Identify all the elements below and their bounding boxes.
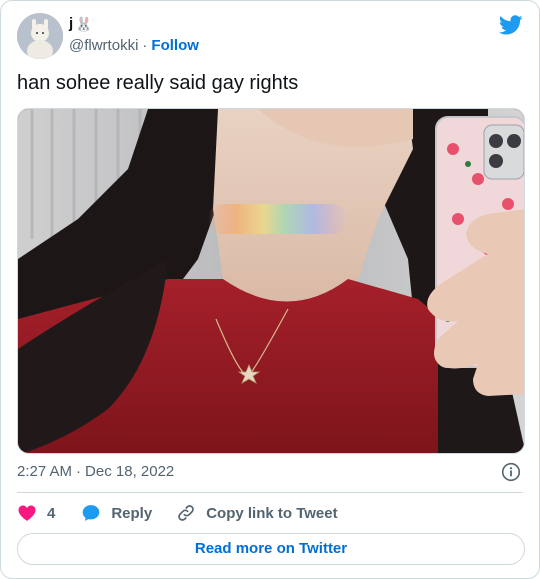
timestamp-separator: · [76,463,82,480]
copy-link-button[interactable]: Copy link to Tweet [176,503,338,523]
reply-button[interactable]: Reply [81,503,152,523]
display-name[interactable]: j [69,15,73,32]
bunny-emoji-icon: 🐰 [75,15,93,32]
author-name-row: j 🐰 [69,15,93,32]
tweet-date: Dec 18, 2022 [85,463,175,480]
read-more-button[interactable]: Read more on Twitter [17,533,525,565]
embedded-tweet-card: j 🐰 @flwrtokki · Follow han sohee really… [0,0,540,579]
avatar-image [17,13,63,59]
copy-link-label: Copy link to Tweet [206,504,338,522]
like-button[interactable]: 4 [17,503,55,523]
reply-label: Reply [111,504,153,522]
photo-illustration [18,109,524,453]
avatar[interactable] [17,13,63,59]
tweet-photo[interactable] [17,108,525,454]
tweet-timestamp[interactable]: 2:27 AM · Dec 18, 2022 [17,463,174,480]
tweet-actions: 4 Reply Copy link to Tweet [17,501,338,525]
link-icon [178,505,194,521]
handle-separator: · [142,37,148,54]
follow-link[interactable]: Follow [151,37,199,54]
info-icon[interactable] [501,462,521,482]
tweet-text: han sohee really said gay rights [17,72,299,94]
speech-bubble-icon [83,505,100,521]
twitter-bird-icon[interactable] [499,13,523,37]
author-handle[interactable]: @flwrtokki [69,37,138,54]
tweet-time: 2:27 AM [17,463,73,480]
author-handle-row: @flwrtokki · Follow [69,37,199,54]
heart-icon [18,505,36,521]
divider [17,492,523,493]
like-count: 4 [47,504,56,522]
